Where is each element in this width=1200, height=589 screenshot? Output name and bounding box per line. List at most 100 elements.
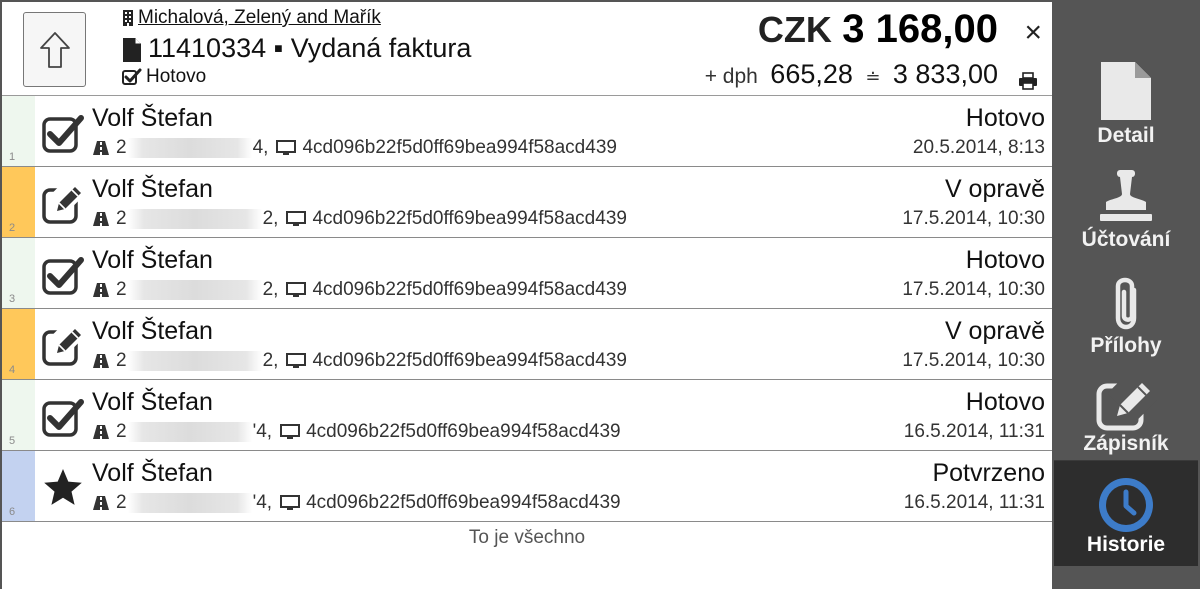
row-id-start: 2 [116, 350, 127, 371]
row-user-name: Volf Štefan [92, 246, 213, 274]
road-icon [93, 212, 109, 226]
redaction-mask [127, 138, 252, 158]
row-stripe: 5 [2, 380, 35, 450]
row-index: 2 [9, 222, 16, 234]
row-status: V opravě [944, 175, 1045, 203]
row-id-start: 2 [116, 279, 127, 300]
history-panel: Michalová, Zelený and Mařík 11410334 ▪ V… [2, 2, 1052, 589]
row-stripe: 2 [2, 167, 35, 237]
monitor-icon [276, 140, 297, 155]
row-user-name: Volf Štefan [92, 175, 213, 203]
row-user-name: Volf Štefan [92, 388, 213, 416]
row-index: 1 [9, 151, 16, 163]
sidebar-item-label: Přílohy [1090, 334, 1162, 357]
document-status-text: Hotovo [146, 66, 207, 87]
monitor-icon [286, 353, 307, 368]
row-timestamp: 17.5.2014, 10:30 [902, 208, 1045, 229]
list-end-text: To je všechno [468, 527, 586, 548]
row-stripe: 1 [2, 96, 35, 166]
row-id-start: 2 [116, 492, 127, 513]
history-row[interactable]: 3 Volf Štefan 2 2, 4cd096b22f5d0ff69bea994f5… [2, 238, 1052, 309]
sidebar-item-prilohy[interactable]: Přílohy [1054, 266, 1198, 366]
row-meta: 2 4, 4cd096b22f5d0ff69bea994f58acd439 [92, 137, 617, 159]
row-index: 3 [9, 293, 16, 305]
row-id-start: 2 [116, 421, 127, 442]
row-hash: 4cd096b22f5d0ff69bea994f58acd439 [306, 492, 621, 513]
row-id-end: 4, [252, 137, 269, 158]
building-icon [123, 9, 133, 26]
up-button[interactable] [23, 12, 86, 87]
row-status: Hotovo [965, 246, 1045, 274]
edit-icon [41, 176, 86, 225]
row-status: Potvrzeno [932, 459, 1045, 487]
redaction-mask [127, 351, 262, 371]
row-hash: 4cd096b22f5d0ff69bea994f58acd439 [312, 279, 627, 300]
print-icon[interactable] [1018, 72, 1038, 90]
document-title: 11410334 ▪ Vydaná faktura [122, 33, 471, 64]
history-row[interactable]: 6 Volf Štefan 2 '4, 4cd096b22f5d0ff69bea994f… [2, 451, 1052, 522]
sidebar-item-label: Zápisník [1083, 432, 1169, 455]
sidebar: Detail Účtování Přílohy Zápisník Historie [1052, 0, 1200, 589]
row-id-start: 2 [116, 137, 127, 158]
history-row[interactable]: 4 Volf Štefan 2 2, 4cd096b22f5d0ff69bea994f5… [2, 309, 1052, 380]
row-user-name: Volf Štefan [92, 104, 213, 132]
clock-icon [1054, 474, 1198, 541]
road-icon [93, 425, 109, 439]
sidebar-item-zapisnik[interactable]: Zápisník [1054, 364, 1198, 464]
monitor-icon [286, 282, 307, 297]
document-separator: ▪ [273, 33, 284, 63]
total-amount: 3 833,00 [892, 59, 998, 89]
row-meta: 2 2, 4cd096b22f5d0ff69bea994f58acd439 [92, 279, 627, 301]
history-row[interactable]: 1 Volf Štefan 2 4, 4cd096b22f5d0ff69bea994f5… [2, 96, 1052, 167]
row-meta: 2 '4, 4cd096b22f5d0ff69bea994f58acd439 [92, 492, 621, 514]
sidebar-item-label: Historie [1086, 533, 1166, 556]
sidebar-item-uctovani[interactable]: Účtování [1054, 160, 1198, 260]
road-icon [93, 496, 109, 510]
edit-icon [41, 318, 86, 367]
vat-separator: ≐ [865, 67, 881, 87]
checkbox-checked-icon [122, 68, 142, 85]
history-row[interactable]: 5 Volf Štefan 2 '4, 4cd096b22f5d0ff69bea994f… [2, 380, 1052, 451]
sidebar-item-historie[interactable]: Historie [1054, 460, 1198, 566]
company-link[interactable]: Michalová, Zelený and Mařík [138, 7, 381, 28]
row-hash: 4cd096b22f5d0ff69bea994f58acd439 [306, 421, 621, 442]
redaction-mask [127, 280, 262, 300]
monitor-icon [280, 424, 301, 439]
road-icon [93, 141, 109, 155]
row-id-end: '4, [252, 492, 273, 513]
row-status: Hotovo [965, 104, 1045, 132]
row-meta: 2 '4, 4cd096b22f5d0ff69bea994f58acd439 [92, 421, 621, 443]
row-user-name: Volf Štefan [92, 317, 213, 345]
row-status: Hotovo [965, 388, 1045, 416]
row-id-end: 2, [262, 279, 279, 300]
row-timestamp: 16.5.2014, 11:31 [903, 421, 1045, 442]
document-type: Vydaná faktura [290, 33, 472, 63]
star-icon [41, 465, 85, 509]
vat-label: + dph [704, 65, 758, 88]
close-button[interactable]: × [1024, 18, 1042, 48]
document-icon [1054, 60, 1198, 127]
redaction-mask [127, 493, 252, 513]
monitor-icon [286, 211, 307, 226]
sidebar-item-label: Detail [1097, 124, 1155, 147]
paperclip-icon [1054, 274, 1198, 341]
checkbox-checked-icon [41, 252, 85, 296]
sidebar-item-detail[interactable]: Detail [1054, 52, 1198, 152]
row-status: V opravě [944, 317, 1045, 345]
row-id-end: 2, [262, 350, 279, 371]
row-stripe: 6 [2, 451, 35, 521]
history-row[interactable]: 2 Volf Štefan 2 2, 4cd096b22f5d0ff69bea994f5… [2, 167, 1052, 238]
row-hash: 4cd096b22f5d0ff69bea994f58acd439 [302, 137, 617, 158]
row-meta: 2 2, 4cd096b22f5d0ff69bea994f58acd439 [92, 350, 627, 372]
row-meta: 2 2, 4cd096b22f5d0ff69bea994f58acd439 [92, 208, 627, 230]
checkbox-checked-icon [41, 394, 85, 438]
document-header: Michalová, Zelený and Mařík 11410334 ▪ V… [2, 2, 1052, 96]
arrow-up-icon [40, 32, 70, 68]
row-timestamp: 17.5.2014, 10:30 [902, 350, 1045, 371]
document-number: 11410334 [148, 33, 267, 63]
row-stripe: 4 [2, 309, 35, 379]
checkbox-checked-icon [41, 110, 85, 154]
company-line: Michalová, Zelený and Mařík [122, 7, 381, 29]
document-icon [123, 37, 141, 62]
amount-line: CZK 3 168,00 [758, 7, 998, 52]
